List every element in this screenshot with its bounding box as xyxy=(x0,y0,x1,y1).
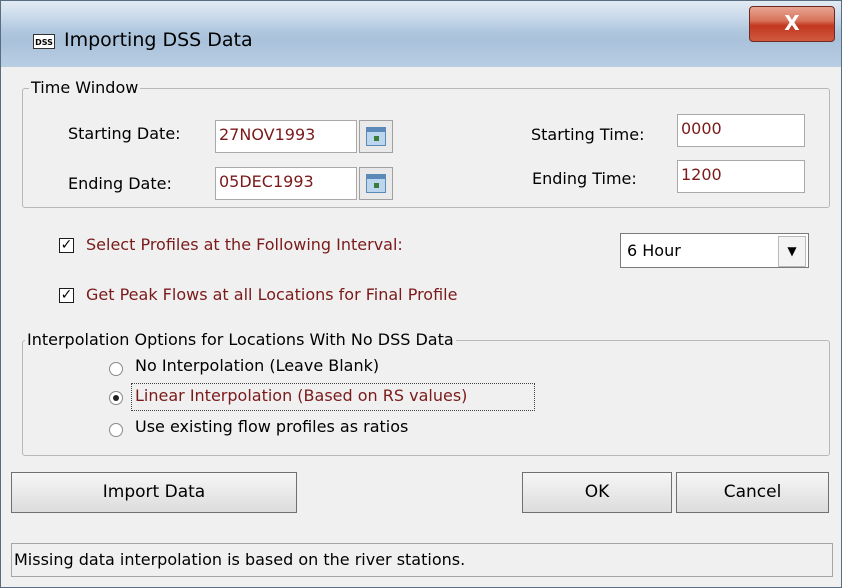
starting-date-input[interactable]: 27NOV1993 xyxy=(215,120,357,153)
import-data-button[interactable]: Import Data xyxy=(11,472,297,513)
ok-button[interactable]: OK xyxy=(522,472,672,513)
peak-flows-checkbox[interactable]: ✓ xyxy=(59,288,74,303)
starting-date-label: Starting Date: xyxy=(68,124,181,143)
existing-ratios-radio[interactable] xyxy=(109,423,123,437)
select-profiles-label[interactable]: Select Profiles at the Following Interva… xyxy=(86,235,403,254)
ending-time-label: Ending Time: xyxy=(532,169,637,188)
window-title: Importing DSS Data xyxy=(64,29,253,51)
existing-ratios-label[interactable]: Use existing flow profiles as ratios xyxy=(135,417,408,436)
interval-select-value: 6 Hour xyxy=(627,241,681,260)
ending-date-input[interactable]: 05DEC1993 xyxy=(215,167,357,200)
time-window-legend: Time Window xyxy=(29,78,141,97)
close-icon: X xyxy=(784,11,800,35)
status-bar: Missing data interpolation is based on t… xyxy=(11,543,833,577)
peak-flows-label[interactable]: Get Peak Flows at all Locations for Fina… xyxy=(86,285,457,304)
close-button[interactable]: X xyxy=(749,6,835,42)
calendar-icon xyxy=(366,127,386,146)
chevron-down-icon[interactable]: ▼ xyxy=(778,236,806,267)
dss-app-icon: DSS xyxy=(33,34,55,49)
starting-time-label: Starting Time: xyxy=(531,125,645,144)
dialog-client: Time Window Starting Date: 27NOV1993 End… xyxy=(11,67,833,583)
no-interpolation-radio[interactable] xyxy=(109,362,123,376)
cancel-button[interactable]: Cancel xyxy=(676,472,829,513)
interpolation-legend: Interpolation Options for Locations With… xyxy=(25,330,456,349)
starting-time-input[interactable]: 0000 xyxy=(677,114,805,147)
linear-interpolation-label[interactable]: Linear Interpolation (Based on RS values… xyxy=(135,386,467,405)
ending-time-input[interactable]: 1200 xyxy=(677,160,805,193)
ending-date-calendar-button[interactable] xyxy=(359,167,393,200)
ending-date-label: Ending Date: xyxy=(68,174,172,193)
no-interpolation-label[interactable]: No Interpolation (Leave Blank) xyxy=(135,356,379,375)
starting-date-calendar-button[interactable] xyxy=(359,120,393,153)
interval-select[interactable]: 6 Hour ▼ xyxy=(620,233,809,268)
calendar-icon xyxy=(366,174,386,193)
dialog-window: DSS Importing DSS Data X Time Window Sta… xyxy=(0,0,842,588)
select-profiles-checkbox[interactable]: ✓ xyxy=(59,238,74,253)
linear-interpolation-radio[interactable] xyxy=(109,391,123,405)
